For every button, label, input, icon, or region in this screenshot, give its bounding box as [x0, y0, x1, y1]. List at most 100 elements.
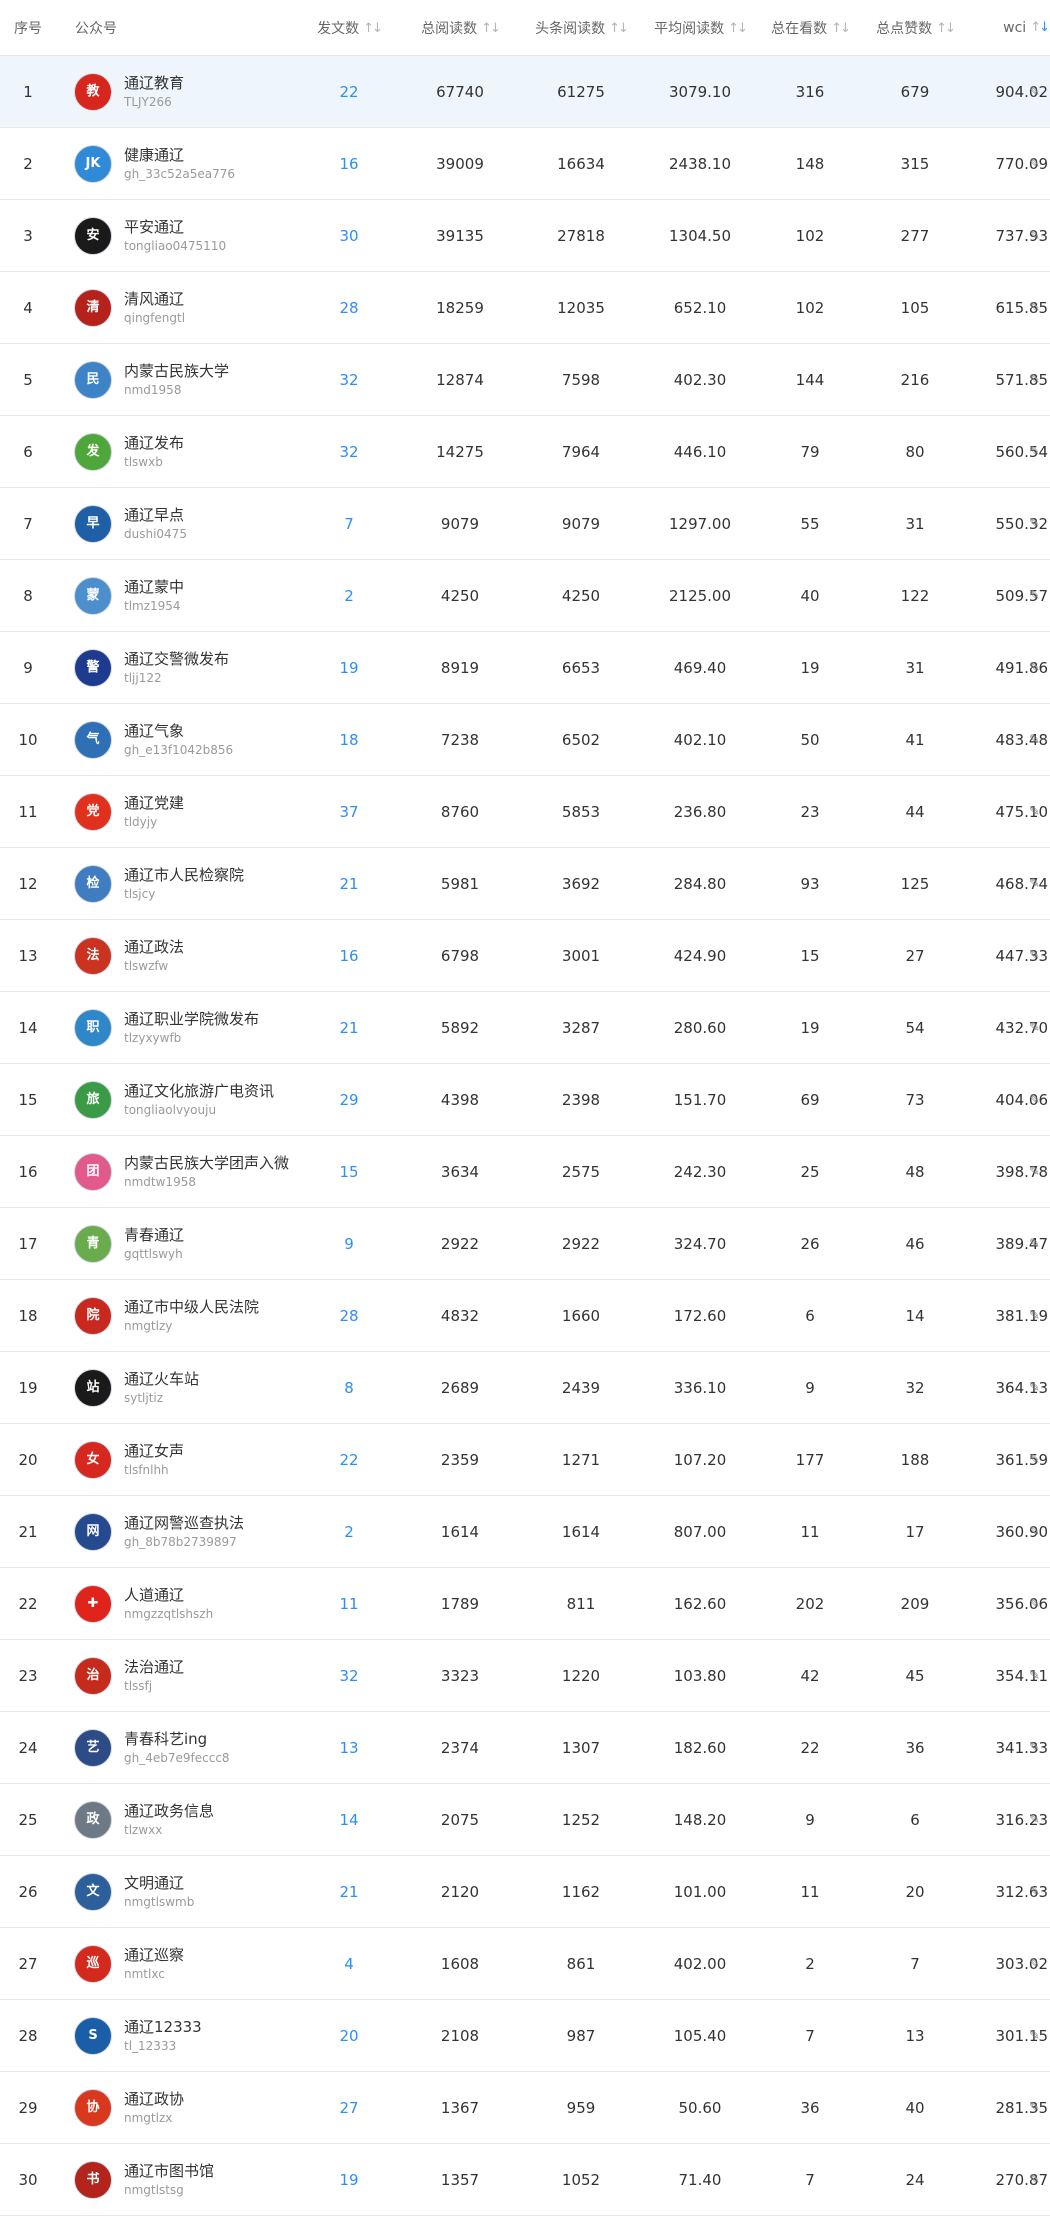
articles-count-link[interactable]: 15	[300, 1163, 398, 1181]
avatar[interactable]: 团	[74, 1152, 112, 1191]
pencil-icon[interactable]: ✎	[1029, 1020, 1040, 1035]
sort-arrows-icon[interactable]: ↑↓	[363, 21, 383, 36]
articles-count-link[interactable]: 18	[300, 731, 398, 749]
table-row[interactable]: 26 文文明通辽 nmgtlswmb 21 2120 1162 101.00 11 20 312.…	[0, 1856, 1050, 1928]
table-row[interactable]: 23 治法治通辽 tlssfj 32 3323 1220 103.80 42 45 354.11 ✎	[0, 1640, 1050, 1712]
account-name[interactable]: 通辽政务信息	[124, 1801, 214, 1821]
account-cell[interactable]: 女 通辽女声 tlsfnlhh	[60, 1440, 300, 1479]
col-headline-reads-header[interactable]: 头条阅读数 ↑↓	[522, 18, 640, 38]
avatar[interactable]: JK	[74, 144, 112, 183]
sort-arrows-icon[interactable]: ↑↓	[609, 21, 629, 36]
pencil-icon[interactable]: ✎	[1029, 444, 1040, 459]
account-name[interactable]: 通辽蒙中	[124, 577, 184, 597]
table-row[interactable]: 12 检通辽市人民检察院 tlsjcy 21 5981 3692 284.80 93 125 46…	[0, 848, 1050, 920]
account-cell[interactable]: 发 通辽发布 tlswxb	[60, 432, 300, 471]
account-name[interactable]: 通辽交警微发布	[124, 649, 229, 669]
account-cell[interactable]: 安 平安通辽 tongliao0475110	[60, 216, 300, 255]
pencil-icon[interactable]: ✎	[1029, 1092, 1040, 1107]
account-name[interactable]: 通辽教育	[124, 73, 184, 93]
avatar[interactable]: S	[74, 2016, 112, 2055]
pencil-icon[interactable]: ✎	[1029, 1884, 1040, 1899]
account-cell[interactable]: 巡 通辽巡察 nmtlxc	[60, 1944, 300, 1983]
account-name[interactable]: 内蒙古民族大学	[124, 361, 229, 381]
account-name[interactable]: 通辽火车站	[124, 1369, 199, 1389]
table-row[interactable]: 21 网 通辽网警巡查执法 gh_8b78b2739897 2 1614 1614 807.0…	[0, 1496, 1050, 1568]
account-name[interactable]: 通辽早点	[124, 505, 187, 525]
avatar[interactable]: 女	[74, 1440, 112, 1479]
avatar[interactable]: ✚	[74, 1584, 112, 1623]
articles-count-link[interactable]: 22	[300, 1451, 398, 1469]
table-row[interactable]: 17 青青春通辽 gqttlswyh 9 2922 2922 324.70 26 46 389.4…	[0, 1208, 1050, 1280]
pencil-icon[interactable]: ✎	[1029, 1956, 1040, 1971]
account-name[interactable]: 通辽党建	[124, 793, 184, 813]
table-row[interactable]: 27 巡通辽巡察 nmtlxc 4 1608 861 402.00 2 7 303.02 ✎	[0, 1928, 1050, 2000]
avatar[interactable]: 政	[74, 1800, 112, 1839]
table-row[interactable]: 29 协通辽政协 nmgtlzx 27 1367 959 50.60 36 40 281.35 ✎	[0, 2072, 1050, 2144]
table-row[interactable]: 4 清 清风通辽 qingfengtl 28 18259 12035 652.10 102 105…	[0, 272, 1050, 344]
sort-arrows-icon[interactable]: ↑↓	[481, 21, 501, 36]
articles-count-link[interactable]: 32	[300, 443, 398, 461]
account-name[interactable]: 通辽政法	[124, 937, 184, 957]
table-row[interactable]: 3 安 平安通辽 tongliao0475110 30 39135 27818 1304.50…	[0, 200, 1050, 272]
table-row[interactable]: 5 民内蒙古民族大学 nmd1958 32 12874 7598 402.30 144 216 5…	[0, 344, 1050, 416]
avatar[interactable]: 党	[74, 792, 112, 831]
account-cell[interactable]: 职 通辽职业学院微发布 tlzyxywfb	[60, 1008, 300, 1047]
avatar[interactable]: 青	[74, 1224, 112, 1263]
account-name[interactable]: 通辽文化旅游广电资讯	[124, 1081, 274, 1101]
account-cell[interactable]: 警 通辽交警微发布 tljj122	[60, 648, 300, 687]
articles-count-link[interactable]: 32	[300, 1667, 398, 1685]
table-row[interactable]: 7 早通辽早点 dushi0475 7 9079 9079 1297.00 55 31 550.3…	[0, 488, 1050, 560]
account-name[interactable]: 通辽市图书馆	[124, 2161, 214, 2181]
pencil-icon[interactable]: ✎	[1029, 804, 1040, 819]
account-name[interactable]: 通辽巡察	[124, 1945, 184, 1965]
avatar[interactable]: 发	[74, 432, 112, 471]
pencil-icon[interactable]: ✎	[1029, 1740, 1040, 1755]
avatar[interactable]: 民	[74, 360, 112, 399]
account-name[interactable]: 平安通辽	[124, 217, 226, 237]
account-cell[interactable]: 气 通辽气象 gh_e13f1042b856	[60, 720, 300, 759]
articles-count-link[interactable]: 28	[300, 299, 398, 317]
articles-count-link[interactable]: 32	[300, 371, 398, 389]
articles-count-link[interactable]: 30	[300, 227, 398, 245]
avatar[interactable]: 检	[74, 864, 112, 903]
articles-count-link[interactable]: 21	[300, 1883, 398, 1901]
table-row[interactable]: 1 教通辽教育 TLJY266 22 67740 61275 3079.10 316 679 90…	[0, 56, 1050, 128]
avatar[interactable]: 安	[74, 216, 112, 255]
pencil-icon[interactable]: ✎	[1029, 1668, 1040, 1683]
col-watching-header[interactable]: 总在看数 ↑↓	[760, 18, 860, 38]
avatar[interactable]: 院	[74, 1296, 112, 1335]
account-name[interactable]: 通辽职业学院微发布	[124, 1009, 259, 1029]
pencil-icon[interactable]: ✎	[1029, 1308, 1040, 1323]
sort-arrows-icon-active[interactable]: ↑↓	[1030, 20, 1050, 35]
table-row[interactable]: 24 艺 青春科艺ing gh_4eb7e9feccc8 13 2374 1307 182.6…	[0, 1712, 1050, 1784]
table-row[interactable]: 9 警通辽交警微发布 tljj122 19 8919 6653 469.40 19 31 491.…	[0, 632, 1050, 704]
sort-arrows-icon[interactable]: ↑↓	[728, 21, 748, 36]
account-cell[interactable]: 政 通辽政务信息 tlzwxx	[60, 1800, 300, 1839]
articles-count-link[interactable]: 8	[300, 1379, 398, 1397]
articles-count-link[interactable]: 19	[300, 659, 398, 677]
account-name[interactable]: 通辽网警巡查执法	[124, 1513, 244, 1533]
account-cell[interactable]: 民 内蒙古民族大学 nmd1958	[60, 360, 300, 399]
table-row[interactable]: 22 ✚ 人道通辽 nmgzzqtlshszh 11 1789 811 162.60 202 20…	[0, 1568, 1050, 1640]
account-name[interactable]: 通辽女声	[124, 1441, 184, 1461]
articles-count-link[interactable]: 28	[300, 1307, 398, 1325]
account-name[interactable]: 内蒙古民族大学团声入微	[124, 1153, 289, 1173]
articles-count-link[interactable]: 2	[300, 587, 398, 605]
pencil-icon[interactable]: ✎	[1029, 300, 1040, 315]
account-name[interactable]: 通辽气象	[124, 721, 233, 741]
avatar[interactable]: 教	[74, 72, 112, 111]
account-cell[interactable]: 网 通辽网警巡查执法 gh_8b78b2739897	[60, 1512, 300, 1551]
account-name[interactable]: 通辽发布	[124, 433, 184, 453]
pencil-icon[interactable]: ✎	[1029, 2028, 1040, 2043]
table-row[interactable]: 6 发通辽发布 tlswxb 32 14275 7964 446.10 79 80 560.54 ✎	[0, 416, 1050, 488]
articles-count-link[interactable]: 2	[300, 1523, 398, 1541]
table-row[interactable]: 19 站通辽火车站 sytljtiz 8 2689 2439 336.10 9 32 364.13…	[0, 1352, 1050, 1424]
avatar[interactable]: 书	[74, 2160, 112, 2199]
articles-count-link[interactable]: 9	[300, 1235, 398, 1253]
table-row[interactable]: 13 法通辽政法 tlswzfw 16 6798 3001 424.90 15 27 447.33…	[0, 920, 1050, 992]
articles-count-link[interactable]: 37	[300, 803, 398, 821]
account-cell[interactable]: 党 通辽党建 tldyjy	[60, 792, 300, 831]
col-articles-header[interactable]: 发文数 ↑↓	[300, 18, 398, 38]
col-total-reads-header[interactable]: 总阅读数 ↑↓	[398, 18, 522, 38]
articles-count-link[interactable]: 22	[300, 83, 398, 101]
